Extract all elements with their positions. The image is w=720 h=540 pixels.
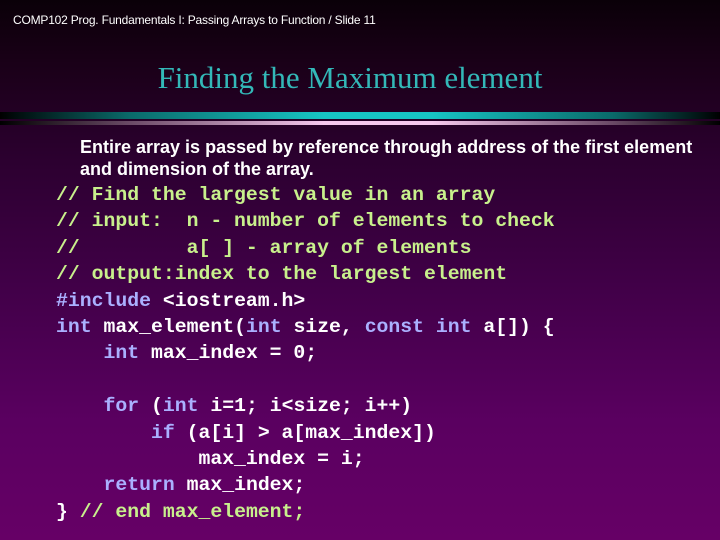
code-comment: // output:index to the largest element bbox=[56, 263, 508, 286]
code-line: if (a[i] > a[max_index]) bbox=[56, 420, 555, 446]
code-comment: // end max_element; bbox=[79, 500, 306, 523]
code-keyword: for bbox=[103, 395, 140, 418]
code-text: max_index = i; bbox=[56, 447, 365, 470]
code-text: (a[i] > a[max_index]) bbox=[174, 421, 436, 444]
code-line: // Find the largest value in an array bbox=[56, 182, 555, 208]
code-line: max_index = i; bbox=[56, 446, 555, 472]
code-line: return max_index; bbox=[56, 472, 555, 498]
code-keyword: int bbox=[245, 315, 282, 338]
code-line: int max_element(int size, const int a[])… bbox=[56, 314, 555, 340]
slide-title: Finding the Maximum element bbox=[157, 60, 543, 95]
title-divider-pink bbox=[0, 121, 720, 125]
code-text: a[]) { bbox=[471, 315, 555, 338]
code-comment: // a[ ] - array of elements bbox=[56, 236, 472, 259]
code-text: } bbox=[56, 500, 80, 523]
code-line: // a[ ] - array of elements bbox=[56, 235, 555, 261]
code-text: size, bbox=[281, 315, 365, 338]
code-block: // Find the largest value in an array // … bbox=[56, 182, 555, 525]
code-comment: // Find the largest value in an array bbox=[56, 184, 496, 206]
code-text: ( bbox=[139, 395, 163, 418]
code-text: max_index = 0; bbox=[139, 342, 318, 365]
code-line: #include <iostream.h> bbox=[56, 288, 555, 314]
code-line: } // end max_element; bbox=[56, 499, 555, 525]
code-line: // output:index to the largest element bbox=[56, 261, 555, 287]
code-keyword: int bbox=[162, 395, 199, 418]
code-keyword: return bbox=[103, 474, 175, 497]
code-text: max_element( bbox=[91, 315, 246, 338]
code-keyword: const int bbox=[364, 315, 472, 338]
code-keyword: int bbox=[103, 342, 140, 365]
code-keyword: int bbox=[56, 315, 92, 338]
code-line: int max_index = 0; bbox=[56, 340, 555, 366]
code-line: // input: n - number of elements to chec… bbox=[56, 208, 555, 234]
code-comment: // input: n - number of elements to chec… bbox=[56, 210, 555, 233]
code-text: <iostream.h> bbox=[150, 289, 306, 312]
code-keyword: if bbox=[150, 421, 175, 444]
title-divider-cyan bbox=[0, 112, 720, 119]
slide-header: COMP102 Prog. Fundamentals I: Passing Ar… bbox=[13, 13, 376, 27]
code-keyword: #include bbox=[56, 289, 151, 312]
code-text: max_index; bbox=[174, 474, 306, 497]
code-text: i=1; i<size; i++) bbox=[198, 395, 413, 418]
intro-bullet-text: Entire array is passed by reference thro… bbox=[80, 137, 693, 179]
code-line: for (int i=1; i<size; i++) bbox=[56, 393, 555, 419]
